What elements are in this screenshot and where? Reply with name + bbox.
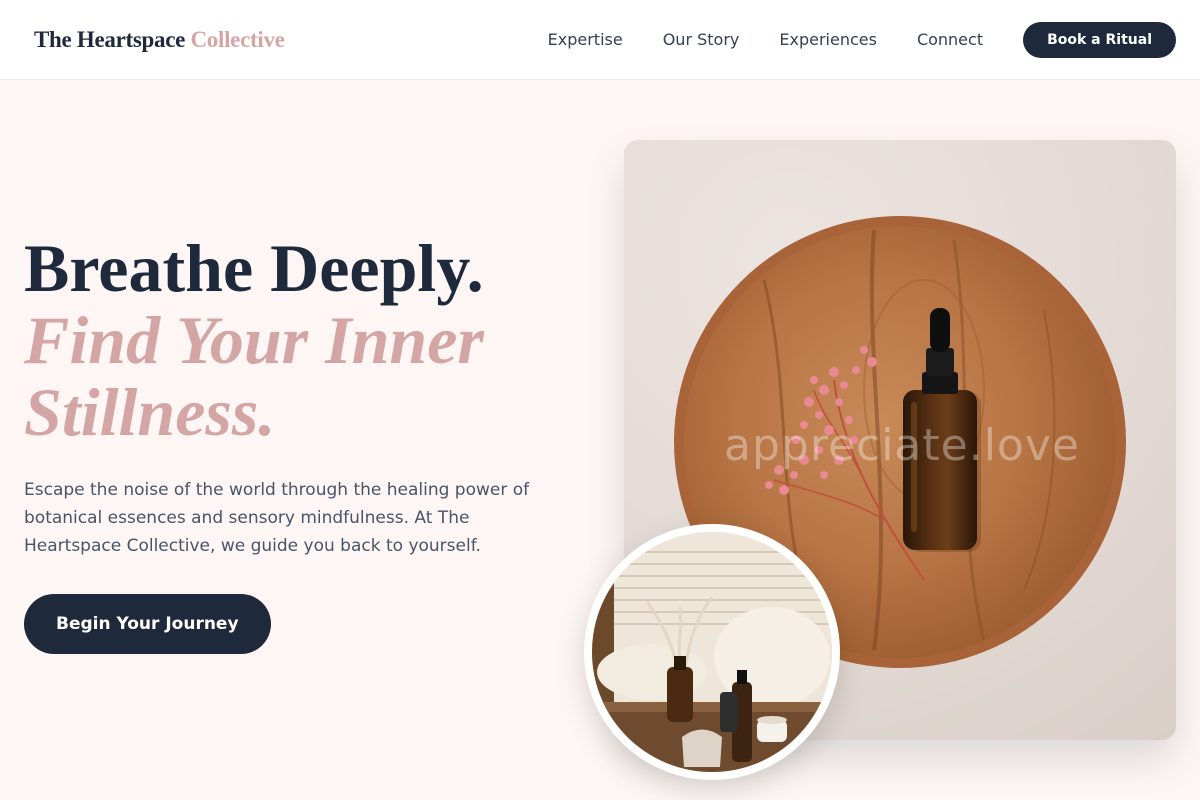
nav-link-connect[interactable]: Connect — [917, 30, 983, 49]
logo[interactable]: The Heartspace Collective — [34, 27, 285, 53]
headline-line-1: Breathe Deeply. — [24, 230, 484, 306]
begin-journey-button[interactable]: Begin Your Journey — [24, 594, 271, 654]
nav-link-experiences[interactable]: Experiences — [779, 30, 877, 49]
hero-section: Breathe Deeply. Find Your Inner Stillnes… — [24, 232, 564, 654]
site-header: The Heartspace Collective Expertise Our … — [0, 0, 1200, 80]
headline-line-3: Stillness. — [24, 374, 276, 450]
book-ritual-button[interactable]: Book a Ritual — [1023, 21, 1176, 58]
logo-text-accent: Collective — [190, 26, 285, 52]
interior-illustration — [592, 532, 832, 772]
image-watermark: appreciate.love — [724, 420, 1080, 471]
hero-headline: Breathe Deeply. Find Your Inner Stillnes… — [24, 232, 564, 448]
nav-link-our-story[interactable]: Our Story — [663, 30, 740, 49]
hero-description: Escape the noise of the world through th… — [24, 480, 530, 556]
nav-link-expertise[interactable]: Expertise — [548, 30, 623, 49]
hero-inset-image — [584, 524, 840, 780]
logo-text-primary: The Heartspace — [34, 26, 186, 52]
headline-line-2: Find Your Inner — [24, 302, 484, 378]
main-nav: Expertise Our Story Experiences Connect … — [548, 21, 1176, 58]
